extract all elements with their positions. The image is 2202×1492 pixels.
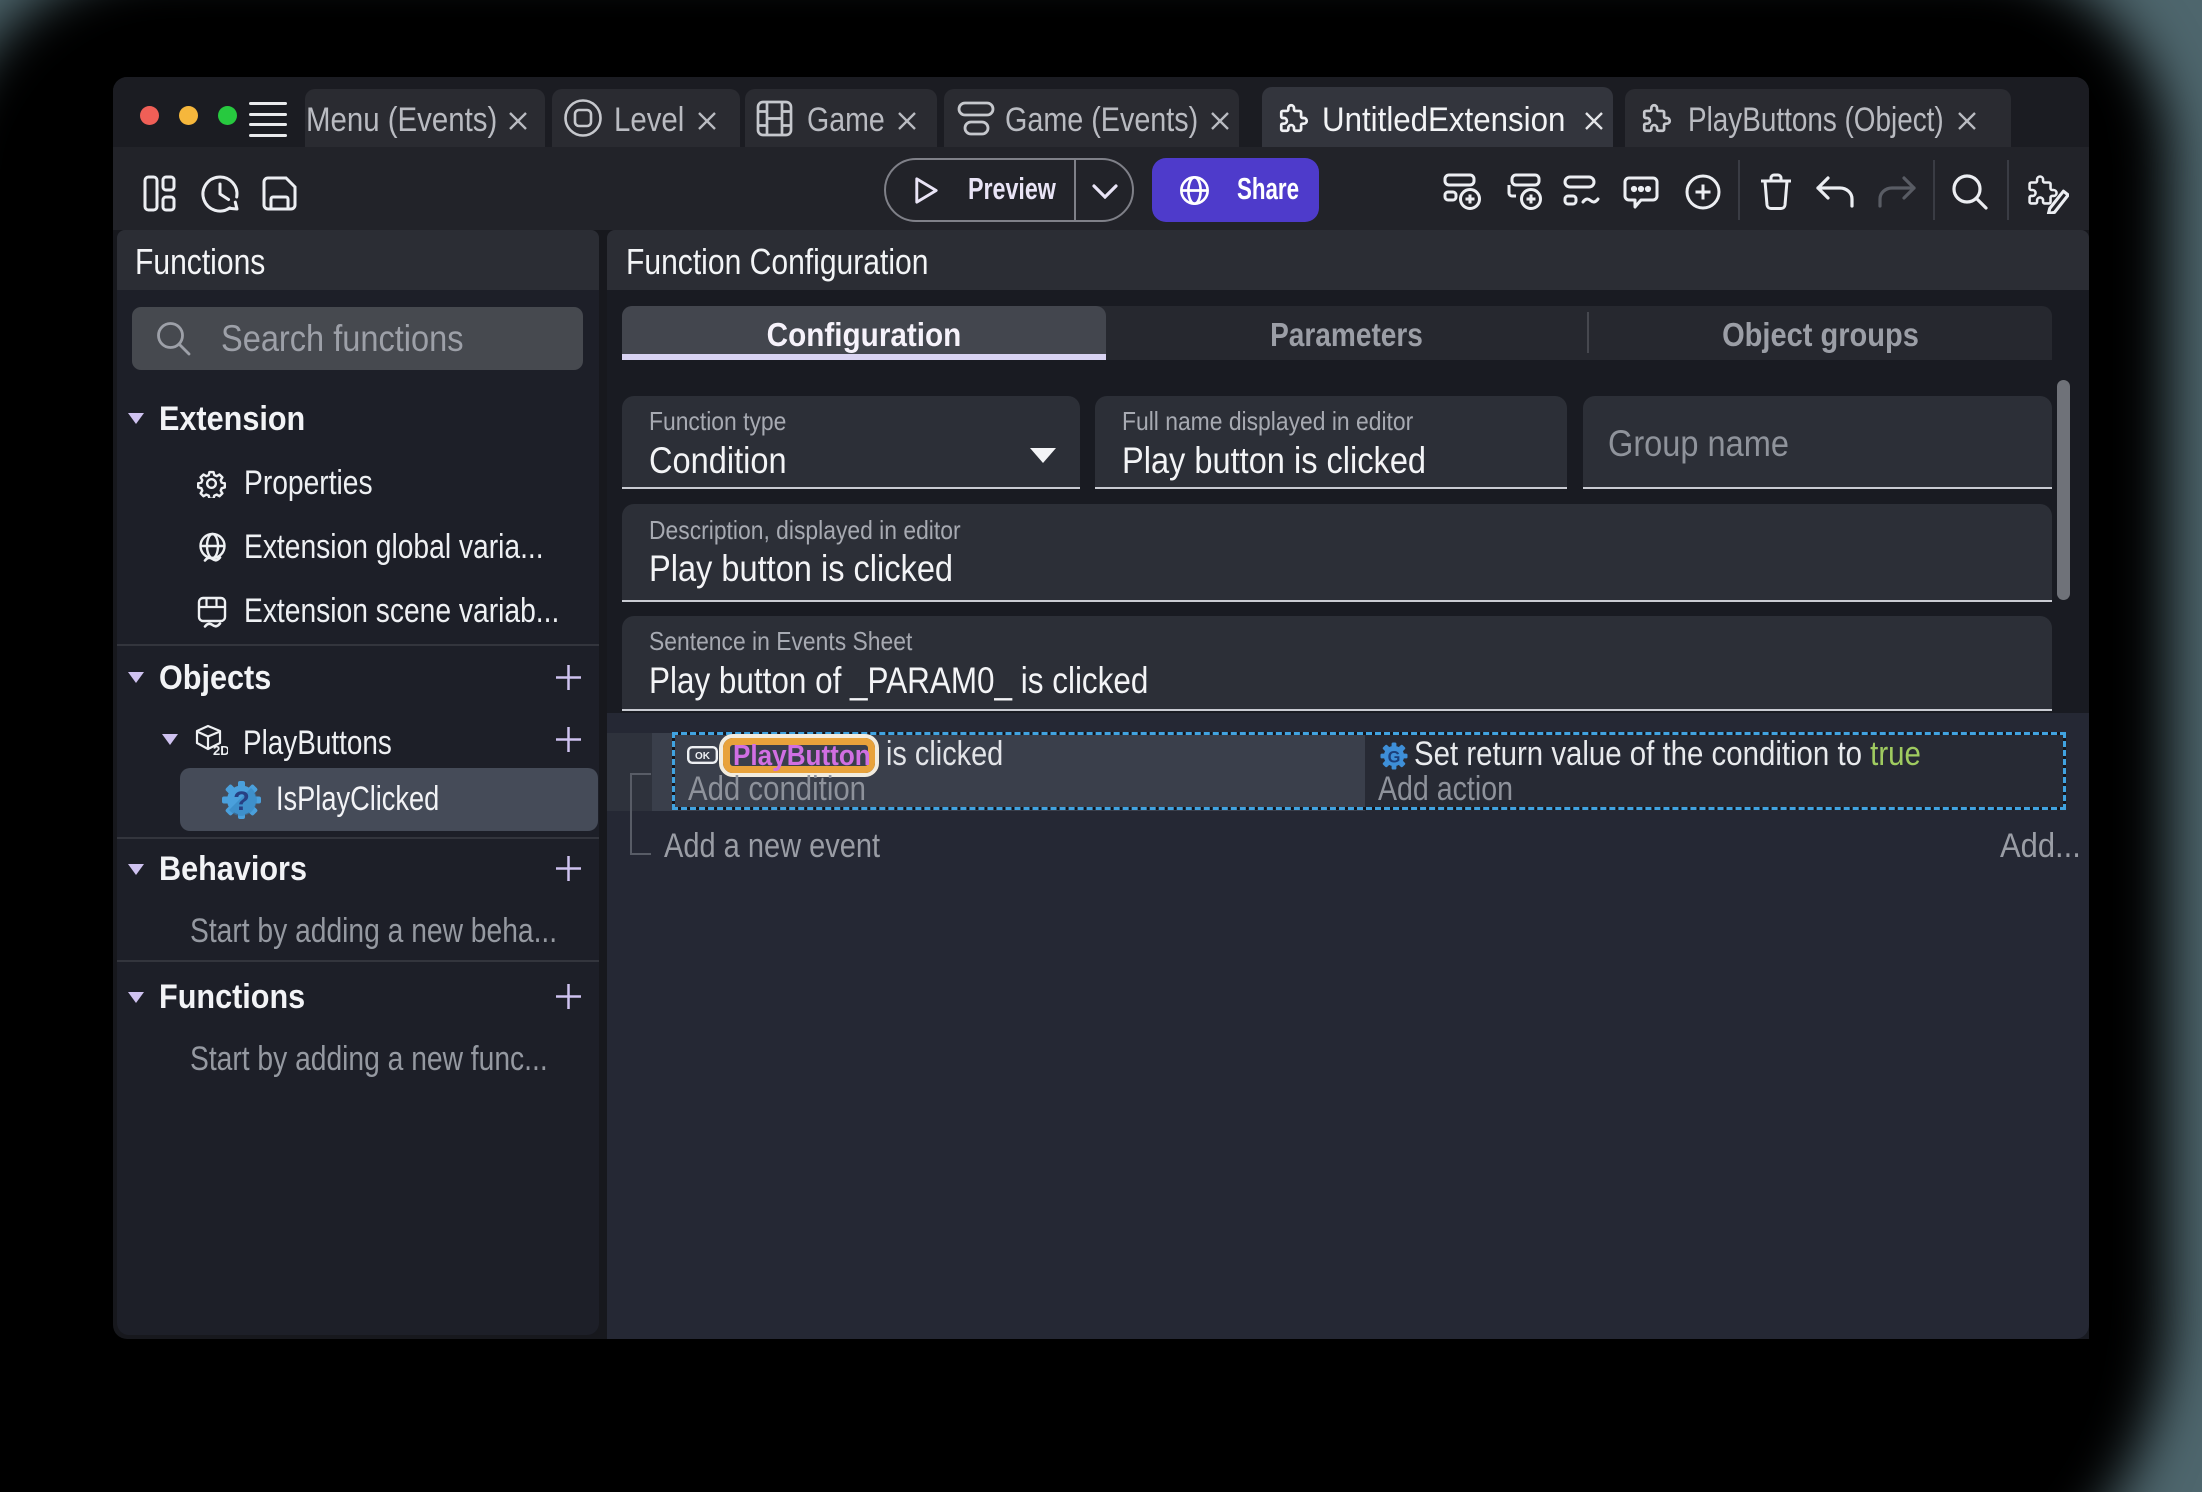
svg-text:?: ? [233, 786, 250, 816]
svg-text:OK: OK [695, 751, 711, 762]
svg-text:G: G [1388, 748, 1401, 766]
svg-text:2D: 2D [213, 743, 228, 756]
